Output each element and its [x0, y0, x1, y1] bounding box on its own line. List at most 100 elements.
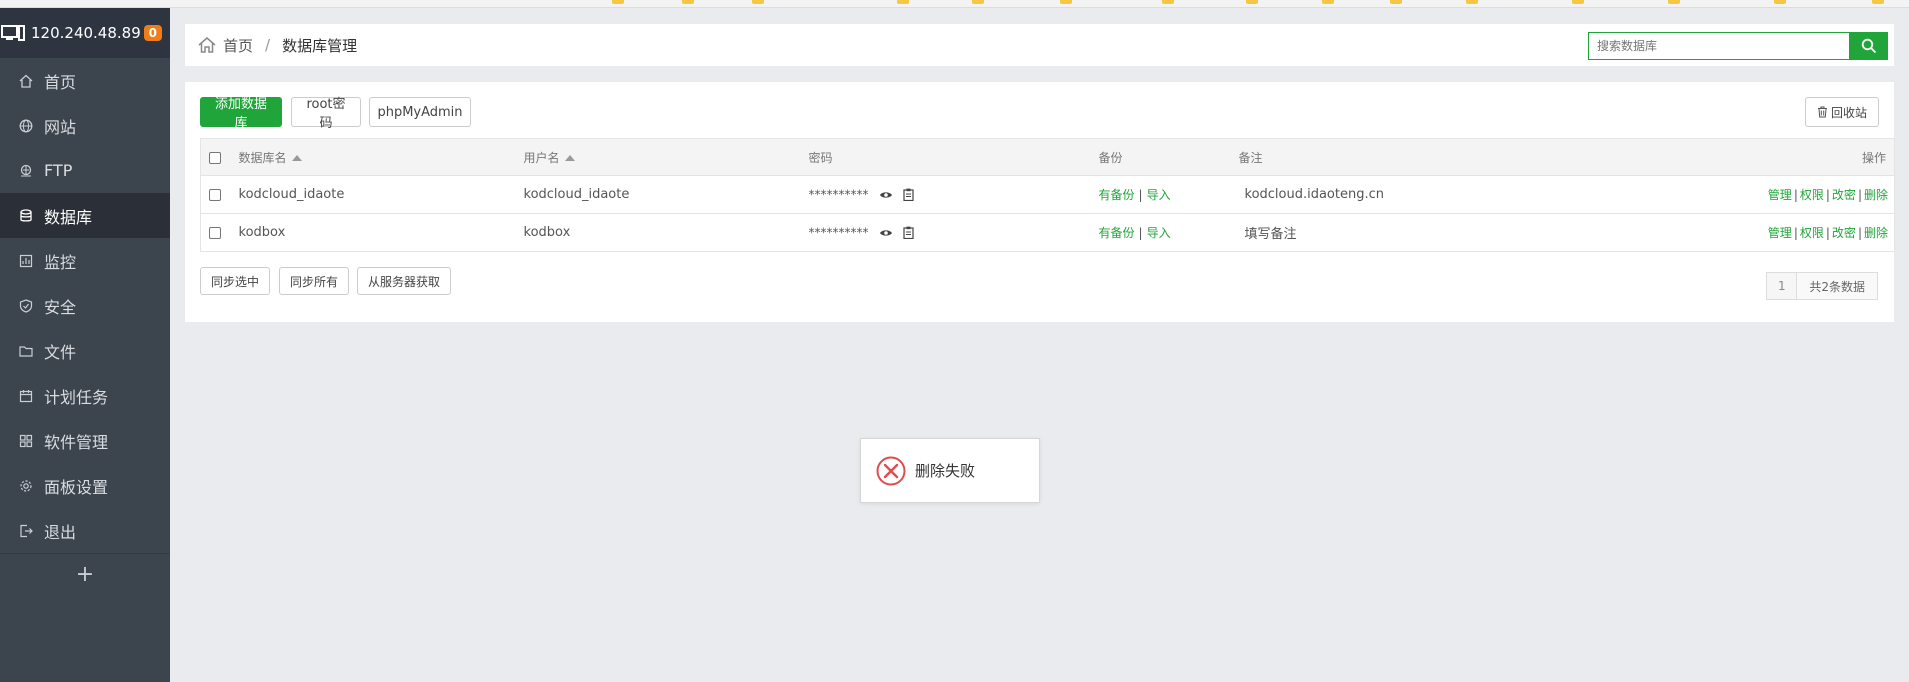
col-header-ops: 操作 — [1538, 138, 1895, 176]
db-user: kodbox — [523, 225, 571, 240]
breadcrumb-separator: / — [265, 36, 271, 54]
sidebar-item-label: FTP — [44, 161, 73, 180]
search-button[interactable] — [1850, 32, 1888, 60]
db-user: kodcloud_idaote — [523, 187, 630, 202]
delete-link[interactable]: 删除 — [1864, 188, 1888, 202]
db-password: ********** — [808, 187, 869, 202]
fetch-from-server-button[interactable]: 从服务器获取 — [357, 267, 451, 295]
change-password-link[interactable]: 改密 — [1832, 188, 1856, 202]
home-icon — [18, 73, 34, 89]
pagination: 1 共2条数据 — [1766, 272, 1878, 300]
root-password-button[interactable]: root密码 — [291, 97, 361, 131]
sidebar-item-label: 文件 — [44, 342, 77, 362]
col-header-user[interactable]: 用户名 — [523, 138, 809, 176]
row-checkbox[interactable] — [209, 226, 221, 239]
page-number[interactable]: 1 — [1767, 273, 1798, 299]
add-database-button[interactable]: 添加数据库 — [200, 97, 282, 131]
import-link[interactable]: 导入 — [1147, 188, 1171, 202]
database-table: 数据库名 用户名 密码 备份 备注 操作 kodcloud_idaote kod… — [200, 138, 1895, 252]
database-panel: 添加数据库 root密码 phpMyAdmin 回收站 数据库名 用户名 密码 … — [185, 82, 1895, 322]
notification-badge[interactable]: 0 — [143, 25, 162, 41]
total-count: 共2条数据 — [1797, 273, 1877, 299]
server-ip: 120.240.48.89 — [31, 24, 141, 42]
sidebar-item-label: 安全 — [44, 297, 77, 317]
manage-link[interactable]: 管理 — [1768, 226, 1792, 240]
sidebar-item-software[interactable]: 软件管理 — [0, 418, 170, 463]
search-input[interactable] — [1588, 32, 1850, 60]
recycle-bin-label: 回收站 — [1830, 105, 1867, 120]
error-x-icon — [876, 456, 906, 485]
sidebar-item-label: 退出 — [44, 522, 77, 542]
sidebar-item-label: 软件管理 — [44, 432, 109, 452]
sidebar-menu: 首页 网站 FTP 数据库 监控 安全 文件 计划任务 软件管理 面板设置 退出 — [0, 58, 170, 553]
sidebar-item-label: 计划任务 — [44, 387, 109, 407]
import-link[interactable]: 导入 — [1147, 226, 1171, 240]
sidebar-item-settings[interactable]: 面板设置 — [0, 463, 170, 508]
col-header-backup: 备份 — [1098, 138, 1239, 176]
sidebar-item-label: 面板设置 — [44, 477, 109, 497]
calendar-icon — [18, 388, 34, 404]
sidebar-item-logout[interactable]: 退出 — [0, 508, 170, 553]
add-shortcut-button[interactable]: + — [0, 553, 170, 595]
toast-message: 删除失败 — [915, 462, 976, 480]
eye-icon[interactable] — [879, 190, 893, 200]
home-icon[interactable] — [197, 35, 217, 55]
delete-link[interactable]: 删除 — [1864, 226, 1888, 240]
sidebar-item-files[interactable]: 文件 — [0, 328, 170, 373]
logout-icon — [18, 523, 34, 539]
select-all-checkbox[interactable] — [209, 151, 221, 164]
db-name: kodcloud_idaote — [238, 187, 345, 202]
sidebar-item-monitor[interactable]: 监控 — [0, 238, 170, 283]
recycle-bin-button[interactable]: 回收站 — [1805, 97, 1879, 127]
phpmyadmin-button[interactable]: phpMyAdmin — [369, 97, 471, 127]
search-icon — [1861, 38, 1877, 54]
permission-link[interactable]: 权限 — [1800, 188, 1824, 202]
globe-icon — [18, 118, 34, 134]
sort-asc-icon — [291, 155, 302, 161]
error-toast: 删除失败 — [860, 438, 1040, 503]
sidebar: 120.240.48.89 0 首页 网站 FTP 数据库 监控 安全 文件 计… — [0, 8, 170, 682]
copy-icon[interactable] — [903, 188, 914, 202]
db-name: kodbox — [238, 225, 286, 240]
server-header: 120.240.48.89 0 — [0, 8, 170, 58]
sort-asc-icon — [564, 155, 575, 161]
db-note[interactable]: 填写备注 — [1239, 214, 1539, 252]
sync-selected-button[interactable]: 同步选中 — [200, 267, 270, 295]
manage-link[interactable]: 管理 — [1768, 188, 1792, 202]
table-row: kodcloud_idaote kodcloud_idaote ********… — [200, 176, 1895, 214]
sidebar-item-cron[interactable]: 计划任务 — [0, 373, 170, 418]
backup-link[interactable]: 有备份 — [1099, 226, 1135, 240]
shield-icon — [18, 298, 34, 314]
gear-icon — [18, 478, 34, 494]
sidebar-item-database[interactable]: 数据库 — [0, 193, 170, 238]
copy-icon[interactable] — [903, 226, 914, 240]
sidebar-item-label: 数据库 — [44, 207, 93, 227]
col-header-password: 密码 — [808, 138, 1099, 176]
db-password: ********** — [808, 225, 869, 240]
col-header-name[interactable]: 数据库名 — [238, 138, 524, 176]
sidebar-item-ftp[interactable]: FTP — [0, 148, 170, 193]
folder-icon — [18, 343, 34, 359]
db-note[interactable]: kodcloud.idaoteng.cn — [1239, 176, 1539, 214]
sync-all-button[interactable]: 同步所有 — [279, 267, 349, 295]
sidebar-item-label: 网站 — [44, 117, 77, 137]
backup-link[interactable]: 有备份 — [1099, 188, 1135, 202]
eye-icon[interactable] — [879, 228, 893, 238]
change-password-link[interactable]: 改密 — [1832, 226, 1856, 240]
breadcrumb: 首页 / 数据库管理 — [185, 24, 1894, 66]
sidebar-item-label: 监控 — [44, 252, 77, 272]
ftp-icon — [18, 163, 34, 179]
database-icon — [18, 208, 34, 224]
breadcrumb-home[interactable]: 首页 — [223, 35, 253, 56]
row-checkbox[interactable] — [209, 188, 221, 201]
table-row: kodbox kodbox ********** 有备份 | 导入 填写备注 管理 |… — [200, 214, 1895, 252]
sidebar-item-home[interactable]: 首页 — [0, 58, 170, 103]
sidebar-item-website[interactable]: 网站 — [0, 103, 170, 148]
computer-icon — [1, 25, 25, 41]
table-header-row: 数据库名 用户名 密码 备份 备注 操作 — [200, 138, 1895, 176]
permission-link[interactable]: 权限 — [1800, 226, 1824, 240]
trash-icon — [1817, 106, 1827, 118]
grid-icon — [18, 433, 34, 449]
monitor-icon — [18, 253, 34, 269]
sidebar-item-security[interactable]: 安全 — [0, 283, 170, 328]
